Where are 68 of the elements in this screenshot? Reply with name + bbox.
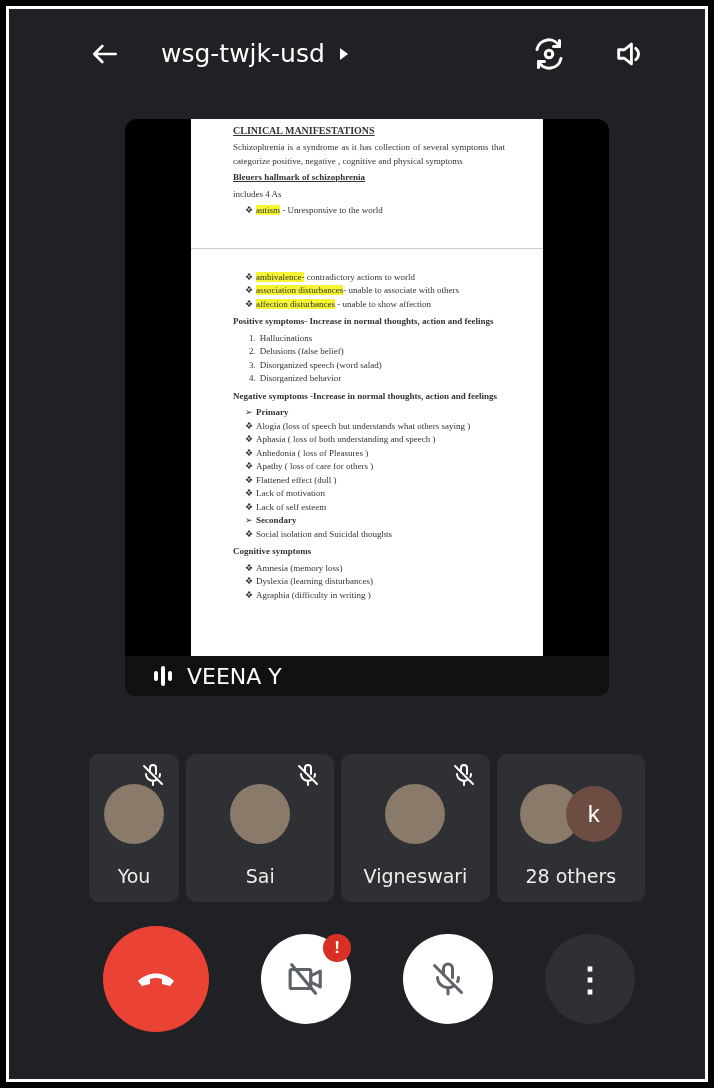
- list-item-text: ambivalence- contradictory actions to world: [256, 270, 415, 284]
- list-number: 4.: [249, 372, 256, 385]
- list-item-text: Lack of motivation: [256, 487, 325, 500]
- bullet-marker: ❖: [245, 433, 253, 446]
- list-item-text: Anhedonia ( loss of Pleasures ): [256, 446, 369, 460]
- camera-off-icon: [287, 960, 325, 998]
- bullet-marker: ➢: [245, 406, 253, 419]
- bullet-marker: ❖: [245, 297, 253, 311]
- list-item-text: Social isolation and Suicidal thoughts: [256, 527, 392, 541]
- list-item-text: Alogia (loss of speech but understands what others saying ): [256, 419, 471, 433]
- participant-card[interactable]: You: [89, 754, 179, 902]
- bullet-marker: ❖: [245, 561, 253, 575]
- list-item-text: Hallucinations: [259, 331, 313, 345]
- list-item-text: autism - Unresponsive to the world: [256, 204, 383, 217]
- meeting-code[interactable]: wsg-twjk-usd: [161, 35, 325, 73]
- bullet-marker: ❖: [245, 588, 253, 602]
- document-subtitle: Bleuers hallmark of schizophrenia: [233, 171, 367, 184]
- document-paragraph: Schizophrenia is a syndrome as it has collection of several symptoms that categorize positive, negative , cognitive and physical symptoms: [233, 141, 505, 168]
- list-item-text: Apathy ( loss of care for others ): [256, 460, 374, 473]
- bullet-marker: ❖: [245, 419, 253, 433]
- initial-avatar: k: [565, 786, 622, 842]
- list-item-text: Agraphia (difficulty in writing ): [256, 588, 371, 602]
- document-heading: Positive symptoms- Increase in normal thoughts, action and feelings: [233, 315, 495, 328]
- phone-hangup-icon: [137, 971, 175, 987]
- participant-name: Vigneswari: [363, 864, 468, 889]
- bullet-marker: ❖: [245, 487, 253, 500]
- audio-level-icon: [153, 665, 173, 687]
- avatar-photo-placeholder: [104, 784, 164, 844]
- participant-card[interactable]: Sai: [186, 754, 335, 902]
- list-number: 3.: [249, 358, 256, 372]
- bullet-marker: ❖: [245, 500, 253, 514]
- list-item-text: Amnesia (memory loss): [256, 561, 343, 575]
- list-item-text: Secondary: [256, 514, 297, 527]
- document-title: CLINICAL MANIFESTATIONS: [233, 124, 376, 138]
- participant-card[interactable]: Vigneswari: [341, 754, 490, 902]
- bullet-marker: ❖: [245, 460, 253, 473]
- list-item-text: Flattened effect (dull ): [256, 473, 337, 487]
- list-item-text: Lack of self esteem: [256, 500, 327, 514]
- participant-card[interactable]: k 28 others: [496, 754, 645, 902]
- bullet-marker: ❖: [245, 284, 253, 297]
- document-paragraph: includes 4 As: [233, 187, 283, 201]
- mic-off-icon: [430, 961, 466, 997]
- bullet-marker: ❖: [245, 575, 253, 588]
- list-item-text: Disorganized behavior: [259, 372, 342, 385]
- list-item-text: Delusions (false belief): [259, 345, 344, 358]
- document-heading: Cognitive symptoms: [233, 545, 313, 558]
- list-item-text: affection disturbances - unable to show affection: [256, 297, 432, 311]
- document-heading: Negative symptoms -Increase in normal thoughts, action and feelings: [233, 389, 499, 403]
- alert-badge: !: [323, 934, 351, 962]
- participant-name: Sai: [245, 864, 275, 889]
- list-number: 2.: [249, 345, 256, 358]
- bullet-marker: ❖: [245, 446, 253, 460]
- list-number: 1.: [249, 331, 256, 345]
- list-item-text: Dyslexia (learning disturbances): [256, 575, 373, 588]
- camera-button[interactable]: !: [261, 934, 351, 1024]
- list-item-text: Aphasia ( loss of both understanding and speech ): [256, 433, 436, 446]
- bullet-marker: ❖: [245, 270, 253, 284]
- bullet-marker: ❖: [245, 527, 253, 541]
- triangle-icon[interactable]: [338, 47, 349, 61]
- list-item-text: Primary: [256, 406, 289, 419]
- list-item-text: Disorganized speech (word salad): [259, 358, 382, 372]
- participant-name: 28 others: [525, 864, 617, 889]
- bullet-marker: ➢: [245, 514, 253, 527]
- bullet-marker: ❖: [245, 204, 253, 217]
- bullet-marker: ❖: [245, 473, 253, 487]
- presenter-name: VEENA Y: [187, 662, 282, 691]
- participant-name: You: [117, 864, 151, 889]
- more-options-button[interactable]: ⋮: [545, 934, 635, 1024]
